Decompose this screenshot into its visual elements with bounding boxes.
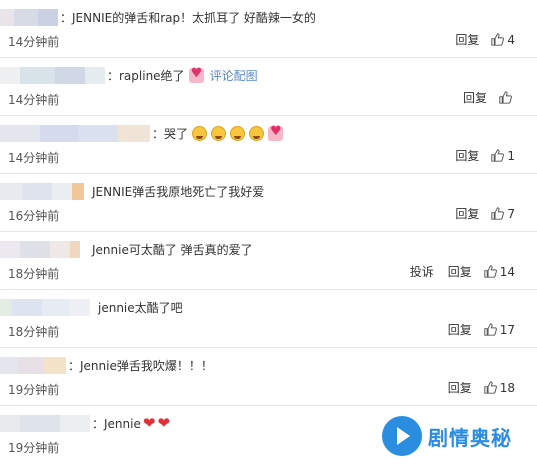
comment-item: ：哭了 14分钟前 回复 1 bbox=[0, 116, 537, 174]
comment-actions: 回复 7 bbox=[441, 205, 515, 222]
reply-button[interactable]: 回复 bbox=[448, 263, 472, 280]
like-count: 18 bbox=[499, 380, 515, 395]
comment-item: jennie太酷了吧 18分钟前 回复 17 bbox=[0, 290, 537, 348]
like-button[interactable]: 4 bbox=[491, 33, 515, 47]
thumbs-up-icon bbox=[484, 265, 497, 278]
comment-time: 19分钟前 bbox=[8, 383, 60, 397]
blurred-username bbox=[0, 414, 90, 432]
heart-icon: ❤ bbox=[142, 413, 156, 432]
comment-text: Jennie可太酷了 弹舌真的爱了 bbox=[92, 242, 253, 257]
like-count: 14 bbox=[499, 264, 515, 279]
reply-button[interactable]: 回复 bbox=[455, 31, 479, 48]
comment-actions: 回复 bbox=[449, 89, 515, 106]
comment-actions: 回复 4 bbox=[441, 31, 515, 48]
comment-time: 14分钟前 bbox=[8, 151, 60, 165]
love-emoji-icon bbox=[268, 124, 284, 141]
comment-text: ：rapline绝了 bbox=[107, 68, 185, 83]
comment-text: ：Jennie bbox=[92, 416, 141, 431]
report-button[interactable]: 投诉 bbox=[410, 263, 434, 280]
like-count: 7 bbox=[507, 206, 515, 221]
like-button[interactable]: 1 bbox=[491, 149, 515, 163]
comment-line: jennie太酷了吧 bbox=[0, 296, 183, 318]
comment-time: 14分钟前 bbox=[8, 93, 60, 107]
like-count: 4 bbox=[507, 32, 515, 47]
comment-item: JENNIE弹舌我原地死亡了我好爱 16分钟前 回复 7 bbox=[0, 174, 537, 232]
like-count: 17 bbox=[499, 322, 515, 337]
comment-time: 16分钟前 bbox=[8, 209, 60, 223]
blurred-username bbox=[0, 8, 58, 26]
blurred-username bbox=[0, 66, 105, 84]
thumbs-up-icon bbox=[491, 33, 505, 46]
like-button[interactable]: 7 bbox=[491, 207, 515, 221]
comment-actions: 回复 17 bbox=[434, 321, 515, 338]
crying-emoji-icon bbox=[192, 125, 208, 141]
comment-text: jennie太酷了吧 bbox=[98, 300, 183, 315]
crying-emoji-icon bbox=[249, 125, 265, 141]
comment-text: JENNIE弹舌我原地死亡了我好爱 bbox=[92, 184, 265, 199]
love-emoji-icon bbox=[188, 66, 204, 83]
comment-time: 18分钟前 bbox=[8, 325, 60, 339]
comment-time: 19分钟前 bbox=[8, 441, 60, 455]
like-button[interactable]: 18 bbox=[484, 381, 515, 395]
blurred-username bbox=[0, 298, 90, 316]
like-button[interactable]: 14 bbox=[484, 265, 515, 279]
comment-time: 18分钟前 bbox=[8, 267, 60, 281]
thumbs-up-icon bbox=[491, 207, 505, 220]
like-count: 1 bbox=[507, 148, 515, 163]
comment-image-link[interactable]: 评论配图 bbox=[210, 67, 258, 84]
comment-line: JENNIE弹舌我原地死亡了我好爱 bbox=[0, 180, 264, 202]
reply-button[interactable]: 回复 bbox=[455, 147, 479, 164]
watermark: 剧情奥秘 bbox=[376, 410, 536, 462]
comment-line: ：Jennie ❤ ❤ bbox=[0, 412, 170, 434]
comment-item: Jennie可太酷了 弹舌真的爱了 18分钟前 投诉 回复 14 bbox=[0, 232, 537, 290]
watermark-text: 剧情奥秘 bbox=[428, 425, 512, 450]
blurred-username bbox=[0, 182, 84, 200]
comment-line: ：哭了 bbox=[0, 122, 284, 144]
reply-button[interactable]: 回复 bbox=[448, 321, 472, 338]
heart-icon: ❤ bbox=[157, 413, 171, 432]
crying-emoji-icon bbox=[211, 125, 227, 141]
thumbs-up-icon bbox=[491, 149, 505, 162]
blurred-username bbox=[0, 240, 80, 258]
comment-text: ：哭了 bbox=[152, 126, 189, 141]
comment-line: Jennie可太酷了 弹舌真的爱了 bbox=[0, 238, 253, 260]
comment-line: ：JENNIE的弹舌和rap！太抓耳了 好酷辣一女的 bbox=[0, 6, 316, 28]
comment-item: ：rapline绝了 评论配图 14分钟前 回复 bbox=[0, 58, 537, 116]
comment-actions: 回复 18 bbox=[434, 379, 515, 396]
blurred-username bbox=[0, 356, 66, 374]
reply-button[interactable]: 回复 bbox=[448, 379, 472, 396]
play-logo-icon bbox=[382, 416, 422, 456]
comment-item: ：JENNIE的弹舌和rap！太抓耳了 好酷辣一女的 14分钟前 回复 4 bbox=[0, 0, 537, 58]
blurred-username bbox=[0, 124, 150, 142]
comment-time: 14分钟前 bbox=[8, 35, 60, 49]
comment-text: ：Jennie弹舌我吹爆！！！ bbox=[68, 358, 213, 373]
crying-emoji-icon bbox=[230, 125, 246, 141]
reply-button[interactable]: 回复 bbox=[455, 205, 479, 222]
comment-item: ：Jennie弹舌我吹爆！！！ 19分钟前 回复 18 bbox=[0, 348, 537, 406]
reply-button[interactable]: 回复 bbox=[463, 89, 487, 106]
comment-actions: 回复 1 bbox=[441, 147, 515, 164]
thumbs-up-icon bbox=[484, 323, 497, 336]
thumbs-up-icon bbox=[484, 381, 497, 394]
comment-text: ：JENNIE的弹舌和rap！太抓耳了 好酷辣一女的 bbox=[60, 10, 316, 25]
comment-actions: 投诉 回复 14 bbox=[396, 263, 515, 280]
thumbs-up-icon bbox=[499, 91, 512, 104]
like-button[interactable] bbox=[499, 91, 515, 104]
like-button[interactable]: 17 bbox=[484, 323, 515, 337]
comment-line: ：rapline绝了 评论配图 bbox=[0, 64, 258, 86]
comment-line: ：Jennie弹舌我吹爆！！！ bbox=[0, 354, 213, 376]
